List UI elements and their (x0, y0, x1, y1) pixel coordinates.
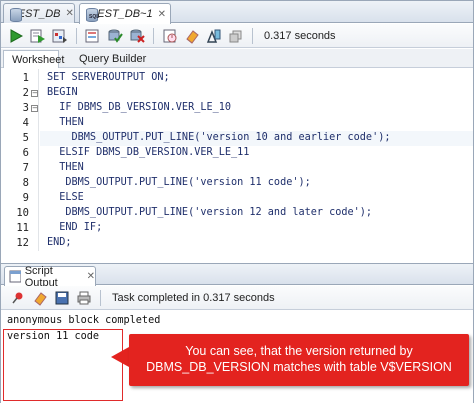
pin-icon[interactable] (9, 289, 27, 307)
line-number: 2 (22, 87, 29, 99)
sql-worksheet-icon (84, 7, 98, 22)
document-tab-strip: TEST_DB ✕ TEST_DB~1 ✕ (1, 1, 473, 24)
output-line: anonymous block completed (7, 315, 161, 326)
save-icon[interactable] (53, 289, 71, 307)
tab-test-db[interactable]: TEST_DB ✕ (3, 3, 75, 23)
code-line: END; (47, 237, 72, 248)
explain-plan-icon[interactable] (84, 27, 102, 45)
code-line: THEN (47, 117, 84, 128)
output-toolbar: Task completed in 0.317 seconds (1, 286, 473, 310)
script-output-label: Script Output (24, 264, 58, 289)
tuning-icon[interactable] (227, 27, 245, 45)
tab-worksheet[interactable]: Worksheet (3, 50, 64, 68)
fold-toggle-icon[interactable]: − (31, 105, 38, 112)
commit-icon[interactable] (106, 27, 124, 45)
line-number: 7 (22, 162, 29, 174)
toolbar-separator (153, 27, 154, 44)
line-number: 12 (16, 237, 29, 249)
eraser-icon[interactable] (183, 27, 201, 45)
fold-toggle-icon[interactable]: − (31, 90, 38, 97)
sql-editor[interactable]: 1 2 3 4 5 6 7 8 9 10 11 12 − − SET SERVE… (1, 69, 473, 251)
toolbar-separator (100, 289, 101, 306)
tab-script-output[interactable]: Script Output ✕ (4, 264, 96, 289)
editor-subtabs: Worksheet Query Builder (1, 49, 473, 68)
close-icon[interactable]: ✕ (158, 9, 166, 20)
code-line: DBMS_OUTPUT.PUT_LINE('version 10 and ear… (47, 132, 391, 143)
line-number: 6 (22, 147, 29, 159)
callout-line-2: DBMS_DB_VERSION matches with table V$VER… (146, 360, 452, 374)
code-line: SET SERVEROUTPUT ON; (47, 72, 170, 83)
code-line: DBMS_OUTPUT.PUT_LINE('version 12 and lat… (47, 207, 373, 218)
toolbar-separator (252, 27, 253, 44)
run-script-icon[interactable] (29, 27, 47, 45)
line-number: 1 (22, 72, 29, 84)
eraser-icon[interactable] (31, 289, 49, 307)
code-line: ELSIF DBMS_DB_VERSION.VER_LE_11 (47, 147, 250, 158)
tab-test-db-1-label: TEST_DB~1 (90, 8, 153, 20)
annotation-callout: You can see, that the version returned b… (129, 334, 469, 386)
worksheet-toolbar: 0.317 seconds (1, 24, 473, 48)
line-number: 10 (16, 207, 29, 219)
sql-developer-window: TEST_DB ✕ TEST_DB~1 ✕ (0, 0, 474, 403)
format-icon[interactable] (205, 27, 223, 45)
code-line: END IF; (47, 222, 103, 233)
line-number: 11 (16, 222, 29, 234)
tab-query-builder[interactable]: Query Builder (71, 50, 154, 68)
close-icon[interactable]: ✕ (87, 271, 95, 282)
close-icon[interactable]: ✕ (66, 8, 74, 19)
task-status: Task completed in 0.317 seconds (112, 291, 275, 304)
highlight-box (3, 329, 123, 401)
line-number: 5 (22, 132, 29, 144)
run-statement-icon[interactable] (7, 27, 25, 45)
code-line: IF DBMS_DB_VERSION.VER_LE_10 (47, 102, 232, 113)
code-line: ELSE (47, 192, 84, 203)
elapsed-time: 0.317 seconds (264, 29, 336, 42)
output-tab-strip: Script Output ✕ (1, 263, 473, 289)
toolbar-separator (76, 27, 77, 44)
code-line: DBMS_OUTPUT.PUT_LINE('version 11 code'); (47, 177, 311, 188)
callout-arrow (111, 347, 129, 367)
line-number-gutter: 1 2 3 4 5 6 7 8 9 10 11 12 − − (1, 69, 39, 251)
callout-line-1: You can see, that the version returned b… (185, 344, 413, 358)
line-number: 8 (22, 177, 29, 189)
line-number: 3 (22, 102, 29, 114)
print-icon[interactable] (75, 289, 93, 307)
code-line: BEGIN (47, 87, 78, 98)
line-number: 9 (22, 192, 29, 204)
line-number: 4 (22, 117, 29, 129)
sql-history-icon[interactable] (161, 27, 179, 45)
script-output-icon (9, 270, 21, 283)
rollback-icon[interactable] (128, 27, 146, 45)
code-line: THEN (47, 162, 84, 173)
autotrace-icon[interactable] (51, 27, 69, 45)
tab-test-db-1[interactable]: TEST_DB~1 ✕ (79, 3, 171, 24)
